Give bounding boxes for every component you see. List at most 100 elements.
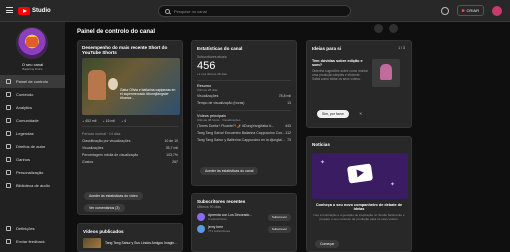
stat-label: Visualizações [197, 93, 219, 98]
youtube-logo-icon [18, 7, 30, 15]
video-views: 443 [285, 123, 291, 128]
recent-subs-period: Últimos 90 dias [197, 205, 221, 209]
sidebar: O seu canal Bailarina Dolce Painel de co… [0, 22, 65, 252]
top-bar: Studio Pesquise no canal ■ CRIAR [0, 0, 510, 22]
sidebar-item-label: Legendas [16, 131, 34, 136]
published-video-row[interactable]: Tang Tang Sahur y Sus Lindos Amigos Imag… [83, 238, 177, 248]
channel-stats-card: Estatísticas do canal Subscritores atuai… [191, 40, 297, 186]
sidebar-item-label: Direitos de autor [16, 144, 46, 149]
subscriber-avatar[interactable] [197, 213, 205, 221]
sidebar-item-customization[interactable]: Personalização [0, 166, 65, 179]
top-video-row[interactable]: Tang Tang Sahur y Ballerina Cappuccino e… [197, 136, 291, 143]
video-analytics-button[interactable]: Aceder às estatísticas do vídeo [84, 192, 143, 200]
latest-short-card: Desempenho do mais recente Short do YouT… [77, 40, 183, 215]
search-icon [165, 8, 170, 14]
sidebar-item-label: Personalização [16, 170, 44, 175]
studio-logo[interactable]: Studio [18, 6, 51, 16]
news-headline: Conheça o seu novo companheiro de debate… [315, 203, 403, 211]
news-start-button[interactable]: Começar [315, 240, 340, 248]
sidebar-item-label: Painel de controlo [16, 79, 49, 84]
card-title: Estatísticas do canal [197, 46, 243, 51]
news-card: Notícias ✦ ✦ Conheça o seu novo companhe… [306, 136, 412, 252]
create-label: CRIAR [466, 8, 479, 13]
subtitles-icon [6, 131, 11, 136]
sidebar-item-label: Comunidade [16, 118, 39, 123]
video-title: Tang Tang Salva! Encuentro Bailarina Cap… [197, 130, 286, 135]
stat-row: Visualizações 35,7 mil [82, 144, 178, 151]
sidebar-item-earn[interactable]: Ganhos [0, 153, 65, 166]
card-title: Vídeos publicados [83, 229, 124, 234]
sidebar-item-audio-library[interactable]: Biblioteca de áudio [0, 179, 65, 192]
subscribe-button[interactable]: Subscrever [267, 213, 291, 221]
sidebar-item-dashboard[interactable]: Painel de controlo [0, 75, 65, 88]
sidebar-item-content[interactable]: Conteúdo [0, 88, 65, 101]
sidebar-item-analytics[interactable]: Analytics [0, 101, 65, 114]
subscriber-count: 0 subscritores [208, 217, 227, 221]
subscriber-count: 771 subscritores [208, 229, 231, 233]
short-thumbnail[interactable]: Gatur Olivia e bailarina capipezas en el… [82, 58, 180, 115]
subscribers-count: 456 [197, 60, 216, 72]
sidebar-item-label: Biblioteca de áudio [16, 183, 50, 188]
stat-label: Classificação por visualizações [82, 138, 131, 143]
card-title: Desempenho do mais recente Short do YouT… [82, 45, 168, 55]
logo-text: Studio [32, 8, 51, 14]
stat-value: 267 [172, 159, 178, 164]
search-input[interactable]: Pesquise no canal [158, 5, 351, 17]
card-title: Notícias [312, 142, 330, 147]
ideas-pager[interactable]: 1 / 3 [398, 46, 405, 50]
news-image: ✦ ✦ [312, 153, 408, 199]
stat-label: Visualizações [82, 145, 104, 150]
channel-avatar[interactable] [16, 27, 48, 59]
page-title: Painel de controlo do canal [77, 29, 156, 35]
sidebar-nav: Painel de controlo Conteúdo Analytics Co… [0, 75, 65, 192]
sidebar-item-feedback[interactable]: Enviar feedback [0, 235, 65, 248]
view-comments-button[interactable]: Ver comentários (3) [84, 204, 125, 212]
video-title: Tang Tang Sahur y Ballerina Cappuccino e… [197, 137, 285, 142]
subscriber-row: jerny bree 771 subscritores Subscrever [197, 225, 291, 233]
stat-row: Gostos 267 [82, 158, 178, 165]
sidebar-item-label: Definições [16, 226, 35, 231]
account-avatar[interactable] [492, 5, 502, 16]
stat-label: Percentagem média de visualização [82, 152, 139, 157]
live-icon[interactable] [389, 24, 398, 33]
idea-question: Tem dúvidas sobre edição e som? [312, 59, 363, 67]
community-icon [6, 118, 11, 123]
card-title: Ideias para si [312, 46, 342, 51]
menu-icon[interactable] [6, 7, 13, 13]
sidebar-item-label: Analytics [16, 105, 33, 110]
sidebar-item-settings[interactable]: Definições [0, 222, 65, 235]
help-icon[interactable] [440, 6, 449, 15]
subscribers-label: Subscritores atuais [197, 55, 227, 59]
recent-subscribers-card: Subscritores recentes Últimos 90 dias Ap… [191, 193, 297, 252]
video-title: Tang Tang Sahur y Sus Lindos Amigos Imag… [105, 241, 177, 245]
top-video-row[interactable]: Tang Tang Salva! Encuentro Bailarina Cap… [197, 129, 291, 136]
subscriber-row: Aprenda con Los Decorado... 0 subscritore… [197, 213, 291, 221]
idea-accept-button[interactable]: Sim, por favor [317, 110, 349, 118]
stat-label: Tempo de visualização (horas) [197, 100, 245, 105]
published-videos-card: Vídeos publicados Tang Tang Sahur y Sus … [77, 223, 183, 252]
dismiss-icon[interactable]: ✕ [359, 111, 362, 116]
stat-value: 103,7% [166, 152, 178, 157]
sidebar-item-copyright[interactable]: Direitos de autor [0, 140, 65, 153]
stat-label: Gostos [82, 159, 94, 164]
subscribe-button[interactable]: Subscrever [267, 225, 291, 233]
views-stat: 452 mil [82, 119, 96, 123]
sidebar-item-community[interactable]: Comunidade [0, 114, 65, 127]
stat-row: Classificação por visualizações 10 de 10 [82, 137, 178, 144]
stat-row: Percentagem média de visualização 103,7% [82, 151, 178, 158]
subscriber-avatar[interactable] [197, 225, 205, 233]
create-button[interactable]: ■ CRIAR [456, 5, 484, 16]
top-video-row[interactable]: ¡Torres Dorita+ Picante?! 🌶️ #DongYangIf… [197, 122, 291, 129]
video-views: 112 [285, 130, 291, 135]
video-title: ¡Torres Dorita+ Picante?! 🌶️ #DongYangIf… [197, 123, 274, 128]
earn-icon [6, 157, 11, 162]
upload-icon[interactable] [374, 24, 383, 33]
sidebar-item-subtitles[interactable]: Legendas [0, 127, 65, 140]
video-views: 73 [287, 137, 291, 142]
content-icon [6, 92, 11, 97]
channel-analytics-button[interactable]: Aceder às estatísticas do canal [200, 167, 259, 175]
news-body: Use a Inspiração e a geração de inspiraç… [313, 213, 405, 221]
settings-icon [6, 226, 11, 231]
search-placeholder: Pesquise no canal [174, 8, 207, 14]
stat-value: 78,8 mil [278, 93, 291, 98]
